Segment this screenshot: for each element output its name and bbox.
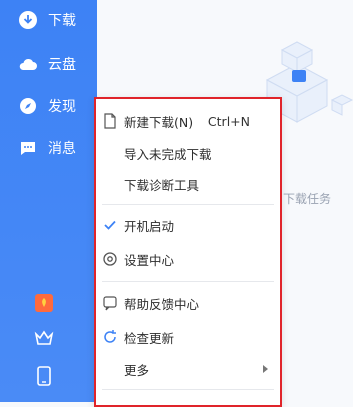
menu-item-help-feedback[interactable]: 帮助反馈中心: [96, 289, 280, 317]
refresh-icon: [102, 329, 118, 345]
menu-item-label: 帮助反馈中心: [124, 296, 200, 312]
context-menu: 新建下载(N) Ctrl+N 导入未完成下载 下载诊断工具 开机启动 设置中心 …: [94, 97, 282, 407]
check-icon: [102, 217, 118, 233]
menu-item-label: 开机启动: [124, 218, 175, 234]
menu-item-label: 检查更新: [124, 330, 175, 346]
download-icon: [18, 10, 38, 30]
sidebar-item-label: 消息: [48, 141, 76, 157]
menu-item-diagnostic-tool[interactable]: 下载诊断工具: [96, 170, 280, 198]
menu-item-check-update[interactable]: 检查更新: [96, 323, 280, 351]
menu-separator: [102, 389, 274, 390]
sidebar-item-label: 发现: [48, 99, 76, 115]
feedback-icon: [102, 295, 118, 311]
compass-icon: [18, 96, 38, 116]
menu-separator: [102, 281, 274, 282]
sidebar-item-label: 云盘: [48, 57, 76, 73]
menu-separator: [102, 204, 274, 205]
menu-item-new-download[interactable]: 新建下载(N) Ctrl+N: [96, 107, 280, 135]
sidebar-item-cloud[interactable]: 云盘: [0, 44, 97, 84]
menu-item-settings[interactable]: 设置中心: [96, 245, 280, 273]
gear-icon: [102, 251, 118, 267]
sidebar: 下载 云盘 发现 消息: [0, 0, 97, 402]
menu-item-label: 更多: [124, 362, 150, 378]
menu-item-label: 设置中心: [124, 252, 175, 268]
crown-icon[interactable]: [33, 327, 55, 349]
message-icon: [18, 138, 38, 158]
menu-item-import-unfinished[interactable]: 导入未完成下载: [96, 139, 280, 167]
sidebar-item-discover[interactable]: 发现: [0, 86, 97, 126]
menu-item-more[interactable]: 更多: [96, 355, 280, 383]
submenu-arrow-icon: [263, 365, 268, 373]
promo-gift-icon[interactable]: [33, 292, 55, 314]
sidebar-item-messages[interactable]: 消息: [0, 128, 97, 168]
menu-item-label: 下载诊断工具: [124, 177, 200, 193]
cloud-icon: [18, 54, 38, 74]
shortcut-text: Ctrl+N: [207, 113, 250, 129]
mobile-icon[interactable]: [33, 365, 55, 387]
sidebar-item-download[interactable]: 下载: [0, 0, 97, 40]
menu-item-label: 新建下载(N): [124, 114, 194, 130]
menu-item-label: 导入未完成下载: [124, 146, 212, 162]
menu-item-startup[interactable]: 开机启动: [96, 211, 280, 239]
sidebar-item-label: 下载: [48, 13, 76, 29]
new-file-icon: [102, 113, 118, 129]
